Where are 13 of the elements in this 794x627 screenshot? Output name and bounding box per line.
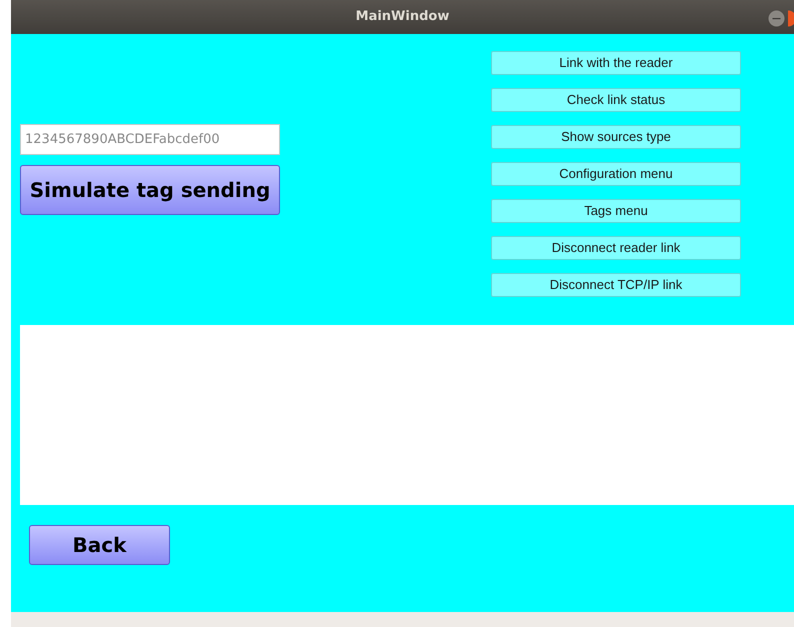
minimize-icon[interactable] <box>768 10 785 27</box>
back-button[interactable]: Back <box>29 525 170 565</box>
window-title: MainWindow <box>356 8 450 26</box>
simulate-tag-button[interactable]: Simulate tag sending <box>20 165 280 215</box>
tag-input-field[interactable]: 1234567890ABCDEFabcdef00 <box>20 124 280 155</box>
menu-button[interactable]: Check link status <box>491 88 741 112</box>
close-icon[interactable] <box>788 10 794 27</box>
menu-button[interactable]: Tags menu <box>491 199 741 223</box>
menu-button[interactable]: Configuration menu <box>491 162 741 186</box>
menu-button[interactable]: Disconnect reader link <box>491 236 741 260</box>
menu-button[interactable]: Disconnect TCP/IP link <box>491 273 741 297</box>
menu-button[interactable]: Show sources type <box>491 125 741 149</box>
menu-button[interactable]: Link with the reader <box>491 51 741 75</box>
